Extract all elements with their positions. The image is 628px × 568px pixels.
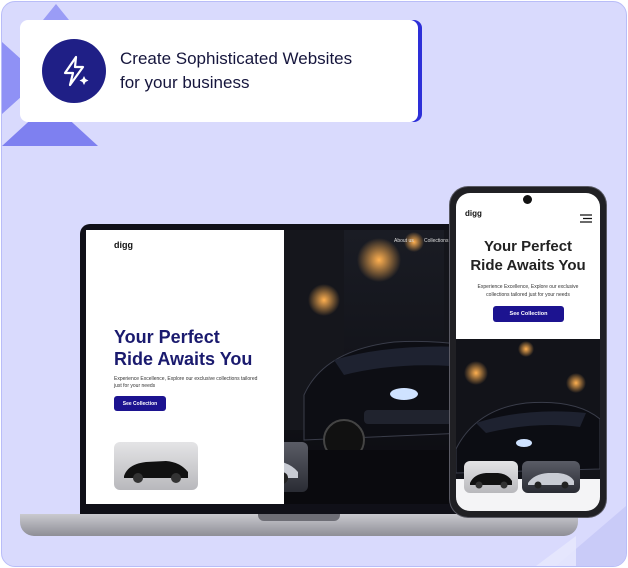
hero-title-line-2: Ride Awaits You	[114, 349, 253, 369]
phone-hero-image	[456, 339, 600, 511]
banner-line-2: for your business	[120, 73, 250, 92]
laptop-hero-subtitle: Experience Excellence, Explore our exclu…	[114, 376, 258, 389]
car-thumbnail[interactable]	[114, 442, 198, 490]
phone-site-logo: digg	[465, 209, 482, 218]
phone-display: digg Your Perfect Ride Awaits You Experi…	[456, 193, 600, 511]
phone-hero-title-line-1: Your Perfect	[483, 238, 573, 255]
banner-line-1: Create Sophisticated Websites	[120, 49, 353, 68]
phone-hero-title: Your Perfect Ride Awaits You	[456, 237, 600, 275]
feature-banner: Create Sophisticated Websites for your b…	[20, 20, 418, 122]
phone-camera	[523, 195, 532, 204]
car-thumbnail[interactable]	[284, 442, 308, 492]
laptop-notch	[258, 514, 340, 521]
phone-see-collection-button[interactable]: See Collection	[493, 306, 564, 322]
menu-icon[interactable]	[580, 210, 592, 228]
phone-hero-title-line-2: Ride Awaits You	[470, 257, 586, 274]
laptop-hero-title: Your Perfect Ride Awaits You	[114, 326, 252, 370]
banner-headline: Create Sophisticated Websites for your b…	[120, 47, 352, 95]
lightning-sparkle-icon	[42, 39, 106, 103]
phone-car-thumbnail[interactable]	[522, 461, 580, 493]
hero-title-line-1: Your Perfect	[114, 327, 220, 347]
laptop-hero-panel: digg Your Perfect Ride Awaits You Experi…	[86, 230, 284, 504]
decor-triangle	[536, 536, 576, 566]
nav-collections[interactable]: Collections	[424, 238, 448, 244]
phone-hero-subtitle: Experience Excellence, Explore our exclu…	[477, 284, 579, 298]
site-logo: digg	[114, 240, 133, 250]
see-collection-button[interactable]: See Collection	[114, 396, 166, 411]
nav-about-us[interactable]: About us	[394, 238, 414, 244]
phone-car-thumbnail[interactable]	[464, 461, 518, 493]
phone-mockup: digg Your Perfect Ride Awaits You Experi…	[450, 187, 606, 517]
